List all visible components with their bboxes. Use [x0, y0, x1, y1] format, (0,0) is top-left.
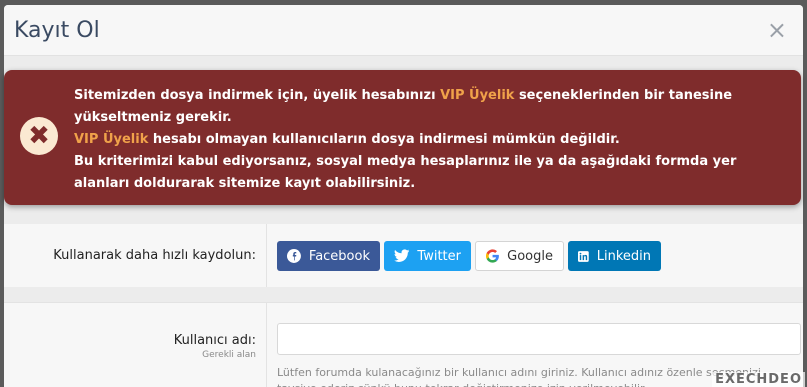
close-icon[interactable]: × — [767, 18, 787, 42]
google-icon — [486, 249, 499, 263]
username-row: Kullanıcı adı: Gerekli alan Lütfen forum… — [4, 302, 803, 387]
modal-title: Kayıt Ol — [14, 18, 100, 43]
alert-message: Sitemizden dosya indirmek için, üyelik h… — [74, 85, 792, 195]
username-label: Kullanıcı adı: — [173, 333, 256, 348]
linkedin-button[interactable]: Linkedin — [568, 241, 661, 271]
username-label-col: Kullanıcı adı: Gerekli alan — [4, 303, 267, 387]
modal-header: Kayıt Ol × — [4, 5, 803, 56]
google-button-label: Google — [507, 248, 553, 264]
twitter-icon — [394, 249, 410, 262]
social-login-label: Kullanarak daha hızlı kaydolun: — [53, 248, 256, 263]
social-buttons: Facebook Twitter Google Linkedin — [277, 241, 661, 271]
vip-warning-alert: ✖ Sitemizden dosya indirmek için, üyelik… — [4, 70, 801, 205]
twitter-button-label: Twitter — [417, 248, 461, 264]
twitter-button[interactable]: Twitter — [384, 241, 471, 271]
alert-line2-post: hesabı olmayan kullanıcıların dosya indi… — [148, 132, 620, 147]
social-label-col: Kullanarak daha hızlı kaydolun: — [4, 224, 267, 287]
facebook-button-label: Facebook — [308, 248, 370, 264]
alert-line1-pre: Sitemizden dosya indirmek için, üyelik h… — [74, 88, 441, 103]
times-circle-icon: ✖ — [20, 117, 58, 155]
username-input[interactable] — [277, 323, 801, 355]
social-login-row: Kullanarak daha hızlı kaydolun: Facebook… — [4, 224, 803, 287]
alert-vip-highlight-1: VIP Üyelik — [440, 88, 515, 103]
linkedin-button-label: Linkedin — [596, 248, 651, 264]
required-hint: Gerekli alan — [202, 350, 256, 360]
alert-vip-highlight-2: VIP Üyelik — [74, 132, 149, 147]
linkedin-icon — [578, 250, 589, 262]
username-label-block: Kullanıcı adı: Gerekli alan — [174, 333, 256, 360]
facebook-button[interactable]: Facebook — [277, 241, 380, 271]
alert-line3: Bu kriterimizi kabul ediyorsanız, sosyal… — [74, 154, 737, 191]
watermark: EXECHDEO — [712, 372, 805, 387]
google-button[interactable]: Google — [475, 241, 564, 271]
facebook-icon — [287, 249, 301, 263]
